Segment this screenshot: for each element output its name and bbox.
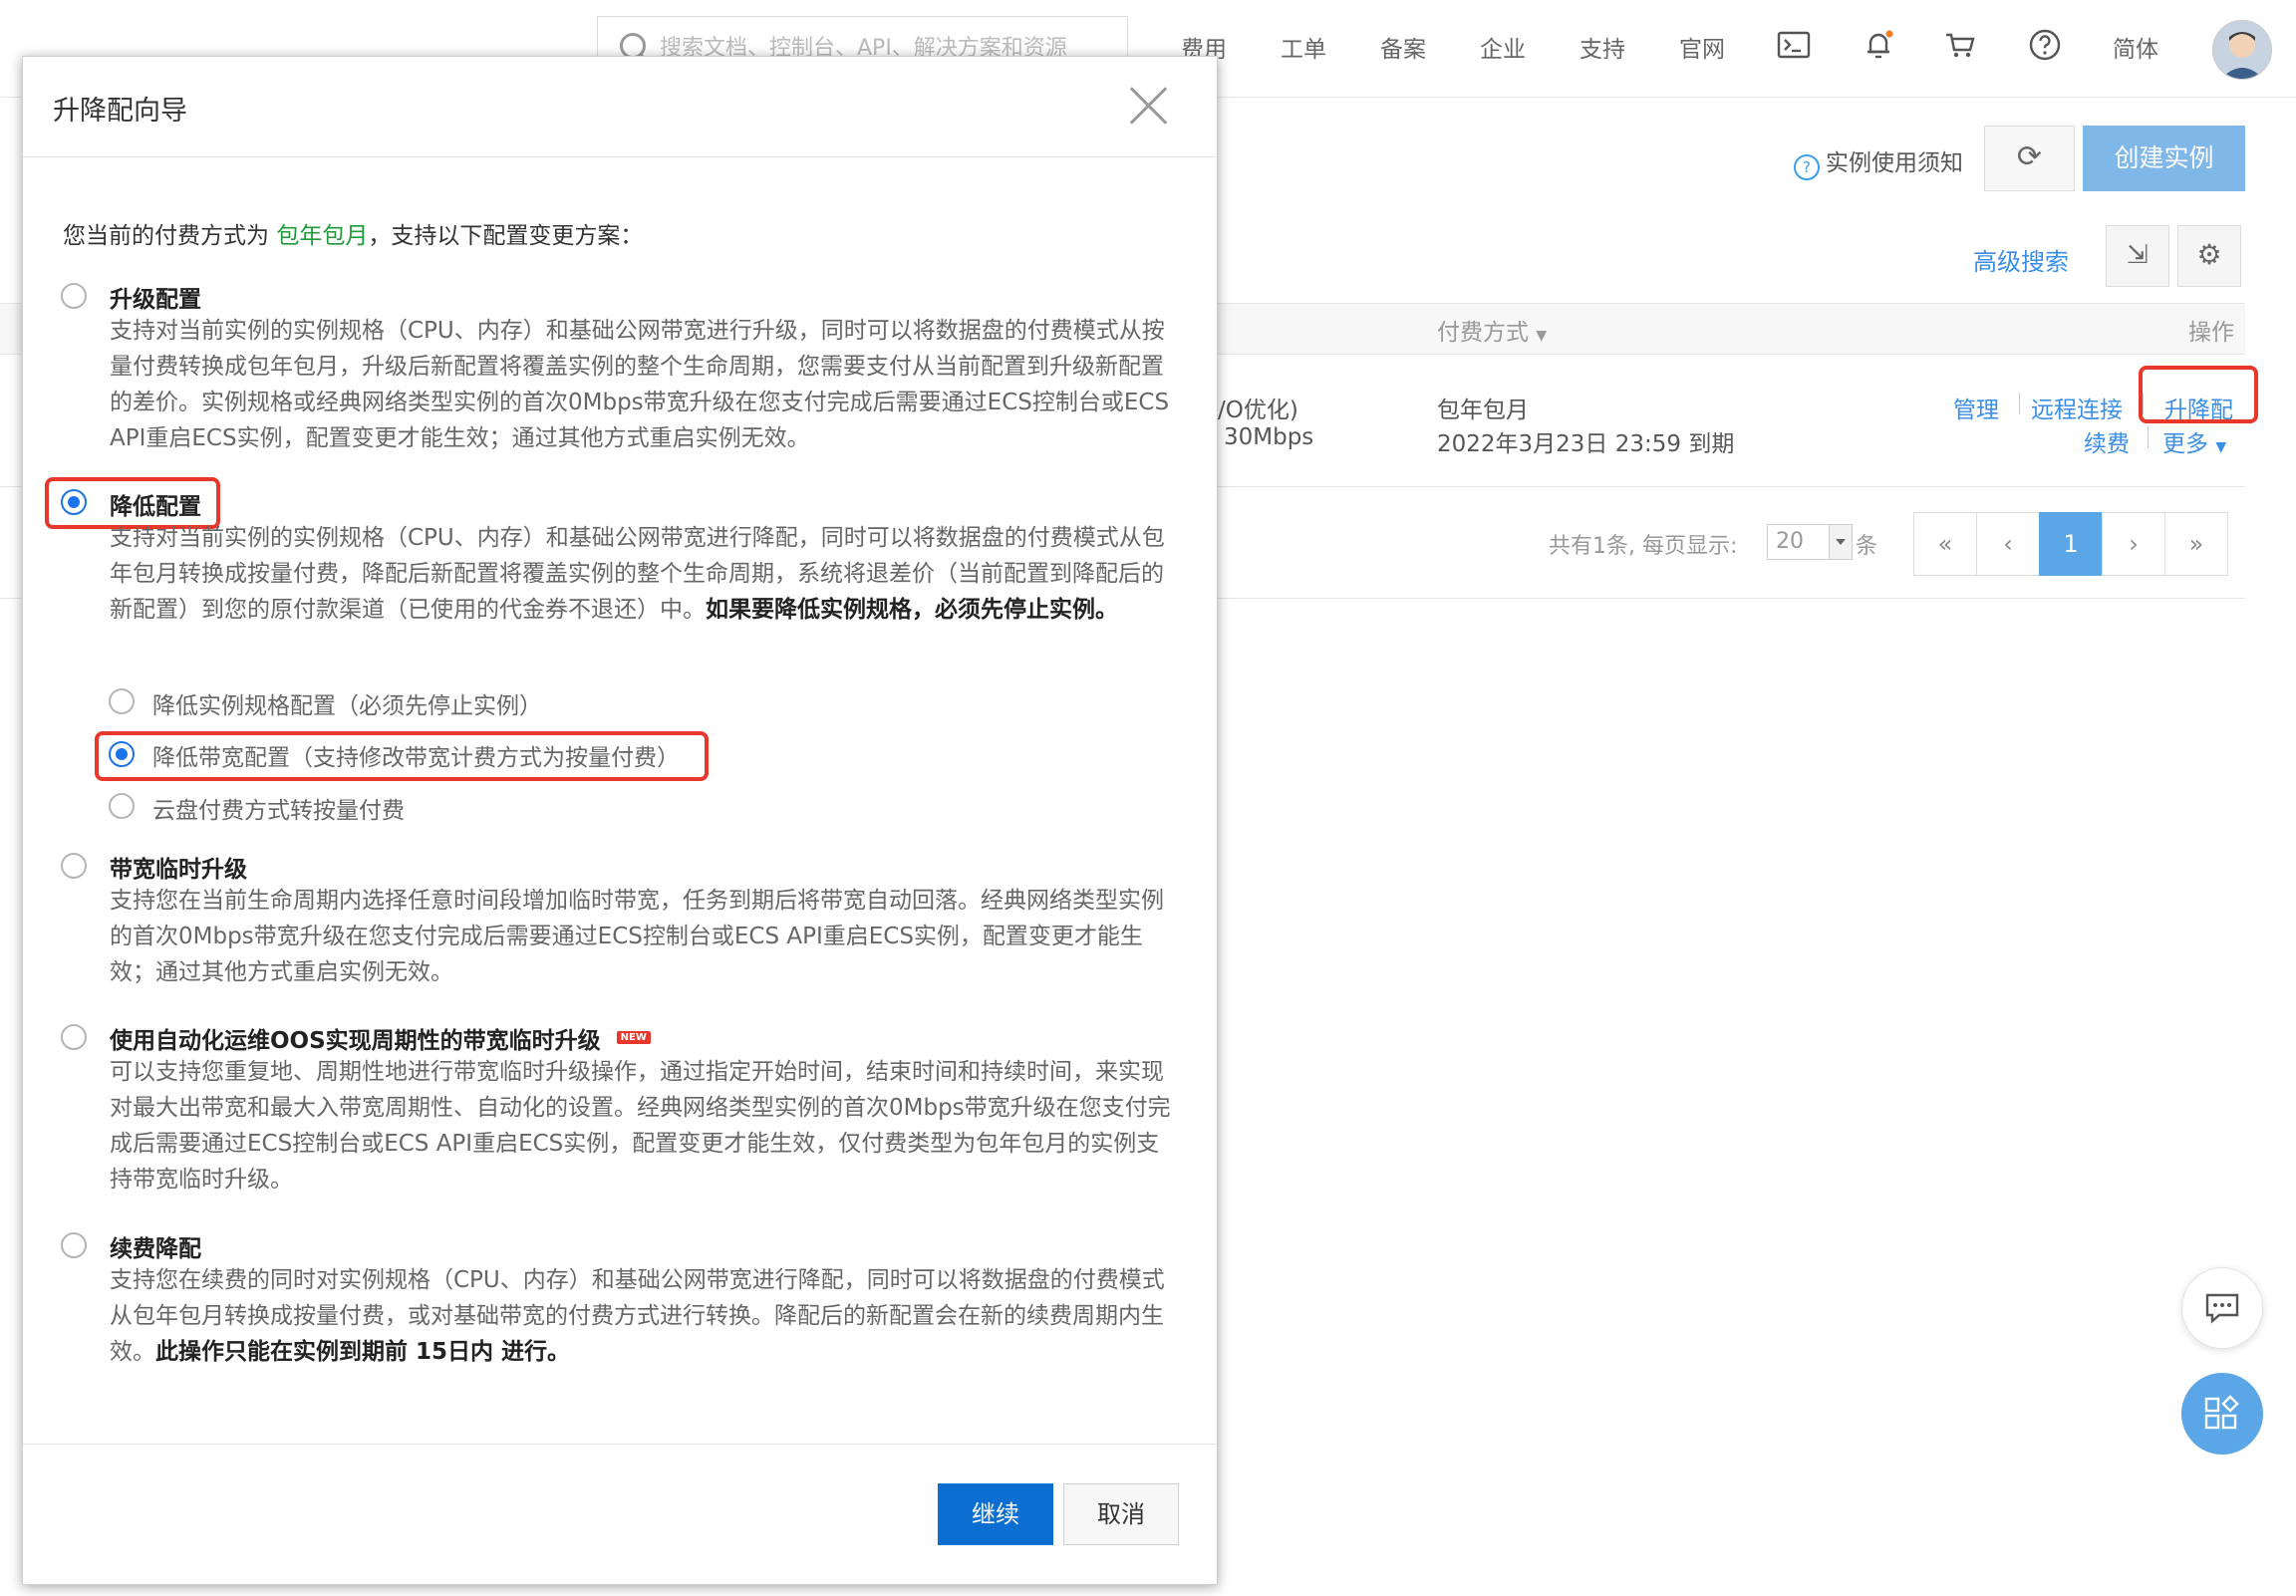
nav-enterprise[interactable]: 企业 (1480, 30, 1526, 64)
radio-downgrade-spec[interactable] (109, 688, 135, 714)
apps-button[interactable] (2181, 1373, 2263, 1455)
chevron-down-icon (1829, 525, 1852, 559)
option-title-upgrade: 升级配置 (110, 287, 201, 313)
user-avatar[interactable] (2212, 20, 2272, 80)
pagination-summary: 共有1条, 每页显示: (1549, 534, 1738, 559)
option-title-temp-bandwidth: 带宽临时升级 (110, 857, 247, 883)
more-dropdown[interactable]: 更多 ▼ (2162, 424, 2226, 458)
page-size-select[interactable]: 20 (1767, 524, 1853, 560)
nav-tickets[interactable]: 工单 (1281, 30, 1326, 64)
instance-spec-cell: /O优化) (1218, 398, 1298, 423)
radio-downgrade-bandwidth[interactable] (109, 741, 135, 767)
help-icon[interactable] (2028, 28, 2062, 62)
column-header-billing[interactable]: 付费方式 ▼ (1437, 313, 1547, 347)
next-page-button[interactable]: › (2102, 512, 2165, 576)
bandwidth-cell: 30Mbps (1224, 424, 1314, 450)
option-desc-temp-bandwidth: 支持您在当前生命周期内选择任意时间段增加临时带宽，任务到期后将带宽自动回落。经典… (110, 888, 1164, 985)
page-size-unit: 条 (1856, 534, 1878, 559)
billing-intro: 您当前的付费方式为 包年包月，支持以下配置变更方案： (63, 223, 644, 249)
sub-option-downgrade-bandwidth[interactable]: 降低带宽配置（支持修改带宽计费方式为按量付费） (152, 738, 680, 772)
option-title-downgrade: 降低配置 (110, 494, 201, 520)
annotation-highlight-upgrade (2139, 366, 2258, 423)
dialog-title: 升降配向导 (53, 96, 187, 127)
refresh-button[interactable]: ⟳ (1984, 126, 2075, 191)
continue-button[interactable]: 继续 (938, 1483, 1053, 1545)
first-page-button[interactable]: « (1913, 512, 1977, 576)
option-title-oos: 使用自动化运维OOS实现周期性的带宽临时升级 NEW (110, 1021, 651, 1055)
apps-grid-icon (2204, 1395, 2239, 1430)
nav-filing[interactable]: 备案 (1380, 30, 1426, 64)
last-page-button[interactable]: » (2164, 512, 2228, 576)
radio-oos-periodic-upgrade[interactable] (61, 1024, 87, 1050)
option-desc-downgrade: 支持对当前实例的实例规格（CPU、内存）和基础公网带宽进行降配，同时可以将数据盘… (110, 525, 1165, 623)
sub-option-downgrade-spec[interactable]: 降低实例规格配置（必须先停止实例） (152, 686, 542, 720)
renew-link[interactable]: 续费 (2084, 424, 2130, 458)
radio-temporary-bandwidth-upgrade[interactable] (61, 853, 87, 879)
sort-caret-icon: ▼ (1536, 328, 1548, 344)
nav-official-site[interactable]: 官网 (1679, 30, 1725, 64)
terminal-icon[interactable] (1777, 28, 1811, 62)
divider (2019, 393, 2020, 414)
option-desc-renew-downgrade: 支持您在续费的同时对实例规格（CPU、内存）和基础公网带宽进行降配，同时可以将数… (110, 1267, 1165, 1365)
remote-connect-link[interactable]: 远程连接 (2031, 391, 2123, 424)
cancel-button[interactable]: 取消 (1063, 1483, 1179, 1545)
refresh-icon: ⟳ (2016, 139, 2043, 174)
radio-disk-to-payg[interactable] (109, 793, 135, 819)
prev-page-button[interactable]: ‹ (1976, 512, 2040, 576)
close-icon[interactable] (1127, 85, 1169, 127)
gear-icon: ⚙ (2196, 238, 2222, 271)
chevron-down-icon: ▼ (2215, 439, 2227, 455)
option-desc-upgrade: 支持对当前实例的实例规格（CPU、内存）和基础公网带宽进行升级，同时可以将数据盘… (110, 318, 1170, 451)
new-badge: NEW (616, 1031, 651, 1044)
radio-upgrade-config[interactable] (61, 283, 87, 309)
export-button[interactable]: ⇲ (2106, 225, 2169, 287)
chat-button[interactable] (2181, 1267, 2263, 1349)
option-desc-oos: 可以支持您重复地、周期性地进行带宽临时升级操作，通过指定开始时间，结束时间和持续… (110, 1059, 1171, 1193)
instance-usage-notice-link[interactable]: ? 实例使用须知 (1794, 143, 1963, 180)
radio-renew-downgrade[interactable] (61, 1232, 87, 1258)
sub-option-disk-to-payg[interactable]: 云盘付费方式转按量付费 (152, 791, 405, 825)
settings-button[interactable]: ⚙ (2177, 225, 2241, 287)
dialog-header: 升降配向导 (23, 57, 1217, 157)
export-icon: ⇲ (2127, 240, 2149, 270)
language-switch[interactable]: 简体 (2113, 30, 2158, 64)
option-title-renew-downgrade: 续费降配 (110, 1236, 201, 1262)
manage-link[interactable]: 管理 (1953, 391, 1999, 424)
upgrade-downgrade-wizard-dialog: 升降配向导 您当前的付费方式为 包年包月，支持以下配置变更方案： 升级配置 支持… (22, 56, 1218, 1585)
cart-icon[interactable] (1943, 28, 1977, 62)
chat-icon (2205, 1293, 2239, 1324)
dialog-footer-divider (23, 1444, 1217, 1445)
radio-downgrade-config[interactable] (61, 489, 87, 515)
question-icon: ? (1794, 154, 1820, 180)
bell-icon[interactable] (1862, 28, 1895, 62)
billing-type-cell: 包年包月 (1437, 398, 1529, 423)
advanced-search-link[interactable]: 高级搜索 (1973, 242, 2069, 277)
expiry-cell: 2022年3月23日 23:59 到期 (1437, 431, 1735, 457)
column-header-actions: 操作 (2188, 320, 2234, 346)
nav-support[interactable]: 支持 (1579, 30, 1625, 64)
billing-method-highlight: 包年包月 (276, 223, 369, 249)
divider (2148, 426, 2149, 448)
create-instance-button[interactable]: 创建实例 (2083, 126, 2245, 191)
page-1-button[interactable]: 1 (2039, 512, 2103, 576)
